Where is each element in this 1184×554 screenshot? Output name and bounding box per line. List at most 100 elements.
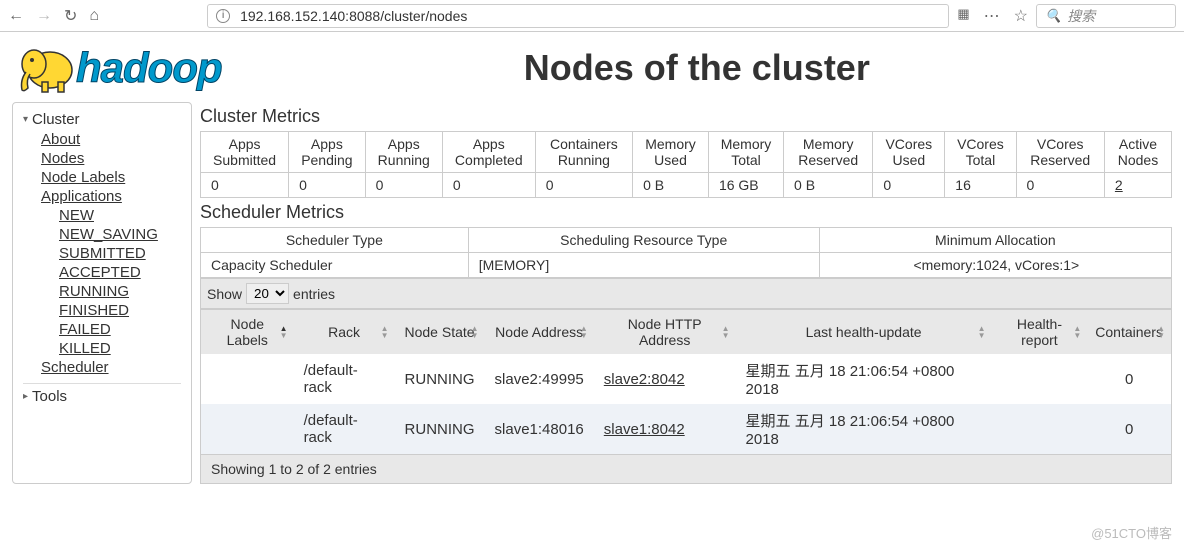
metrics-header: Containers Running <box>535 132 632 173</box>
metrics-header: Active Nodes <box>1104 132 1171 173</box>
table-cell: slave2:8042 <box>594 354 736 404</box>
search-icon: 🔍 <box>1045 8 1061 24</box>
hadoop-logo[interactable]: hadoop <box>12 40 222 96</box>
table-cell: RUNNING <box>395 404 485 455</box>
table-cell <box>201 354 294 404</box>
metrics-cell: 0 <box>289 173 365 198</box>
active-nodes-link[interactable]: 2 <box>1115 177 1123 193</box>
elephant-icon <box>12 40 84 96</box>
search-input[interactable]: 🔍 搜索 <box>1036 4 1176 28</box>
reader-icon[interactable]: ▦ <box>957 6 969 26</box>
cluster-metrics-title: Cluster Metrics <box>200 106 1172 127</box>
more-icon[interactable]: ⋯ <box>984 6 1000 26</box>
table-row: /default-rackRUNNINGslave1:48016 slave1:8… <box>201 404 1172 455</box>
sidebar-app-state[interactable]: NEW <box>59 206 181 225</box>
column-header[interactable]: Last health-update▲▼ <box>736 310 992 355</box>
logo-text: hadoop <box>76 44 222 92</box>
metrics-cell: 0 <box>873 173 945 198</box>
sidebar-app-state[interactable]: FINISHED <box>59 301 181 320</box>
metrics-header: Apps Running <box>365 132 442 173</box>
scheduler-metrics-title: Scheduler Metrics <box>200 202 1172 223</box>
metrics-header: Apps Completed <box>442 132 535 173</box>
column-header[interactable]: Health-report▲▼ <box>992 310 1088 355</box>
table-cell: /default-rack <box>294 354 395 404</box>
sidebar-item-about[interactable]: About <box>41 130 181 149</box>
forward-icon[interactable]: → <box>36 7 52 25</box>
sidebar-app-state[interactable]: KILLED <box>59 339 181 358</box>
cluster-metrics-table: Apps SubmittedApps PendingApps RunningAp… <box>200 131 1172 198</box>
sidebar-app-state[interactable]: ACCEPTED <box>59 263 181 282</box>
metrics-cell: 2 <box>1104 173 1171 198</box>
http-address-link[interactable]: slave1:8042 <box>604 421 685 438</box>
metrics-cell: 0 <box>365 173 442 198</box>
metrics-cell: 0 <box>201 173 289 198</box>
table-cell: RUNNING <box>395 354 485 404</box>
address-bar[interactable]: i 192.168.152.140:8088/cluster/nodes <box>207 4 949 28</box>
metrics-cell: 0 <box>442 173 535 198</box>
table-cell <box>992 354 1088 404</box>
column-header[interactable]: Node Address▲▼ <box>485 310 594 355</box>
table-cell <box>992 404 1088 455</box>
entries-control: Show 20 entries <box>200 278 1172 309</box>
back-icon[interactable]: ← <box>8 7 24 25</box>
reload-icon[interactable]: ↻ <box>64 6 77 26</box>
table-cell: 0 <box>1087 404 1171 455</box>
table-row: /default-rackRUNNINGslave2:49995 slave2:8… <box>201 354 1172 404</box>
chevron-right-icon: ▸ <box>23 391 28 402</box>
table-footer: Showing 1 to 2 of 2 entries <box>200 455 1172 484</box>
table-cell: 星期五 五月 18 21:06:54 +0800 2018 <box>736 354 992 404</box>
sidebar: ▾ Cluster About Nodes Node Labels Applic… <box>12 102 192 484</box>
column-header[interactable]: Rack▲▼ <box>294 310 395 355</box>
table-cell: /default-rack <box>294 404 395 455</box>
sidebar-item-applications[interactable]: Applications <box>41 187 181 206</box>
metrics-cell: 0 B <box>633 173 709 198</box>
watermark: @51CTO博客 <box>1091 523 1172 542</box>
page-title: Nodes of the cluster <box>222 47 1172 89</box>
metrics-cell: 0 B <box>784 173 873 198</box>
sidebar-item-node-labels[interactable]: Node Labels <box>41 168 181 187</box>
http-address-link[interactable]: slave2:8042 <box>604 371 685 388</box>
table-cell <box>201 404 294 455</box>
metrics-header: Scheduler Type <box>201 228 469 253</box>
sidebar-app-state[interactable]: SUBMITTED <box>59 244 181 263</box>
metrics-cell: 16 GB <box>708 173 783 198</box>
main-content: Cluster Metrics Apps SubmittedApps Pendi… <box>200 102 1172 484</box>
column-header[interactable]: Containers▲▼ <box>1087 310 1171 355</box>
sidebar-app-state[interactable]: NEW_SAVING <box>59 225 181 244</box>
browser-toolbar: ← → ↻ ⌂ i 192.168.152.140:8088/cluster/n… <box>0 0 1184 32</box>
metrics-cell: [MEMORY] <box>468 253 819 278</box>
nodes-table: Node Labels▲▼Rack▲▼Node State▲▼Node Addr… <box>200 309 1172 455</box>
chevron-down-icon: ▾ <box>23 114 28 125</box>
metrics-header: Memory Used <box>633 132 709 173</box>
metrics-header: VCores Total <box>945 132 1016 173</box>
table-cell: slave1:48016 <box>485 404 594 455</box>
metrics-cell: 16 <box>945 173 1016 198</box>
table-cell: 星期五 五月 18 21:06:54 +0800 2018 <box>736 404 992 455</box>
metrics-header: Memory Total <box>708 132 783 173</box>
sidebar-item-scheduler[interactable]: Scheduler <box>41 358 181 377</box>
url-text: 192.168.152.140:8088/cluster/nodes <box>240 8 467 24</box>
column-header[interactable]: Node State▲▼ <box>395 310 485 355</box>
table-cell: slave1:8042 <box>594 404 736 455</box>
sidebar-app-state[interactable]: RUNNING <box>59 282 181 301</box>
metrics-header: Apps Pending <box>289 132 365 173</box>
sidebar-app-state[interactable]: FAILED <box>59 320 181 339</box>
column-header[interactable]: Node Labels▲▼ <box>201 310 294 355</box>
metrics-cell: 0 <box>535 173 632 198</box>
page-size-select[interactable]: 20 <box>246 283 289 304</box>
scheduler-metrics-table: Scheduler TypeScheduling Resource TypeMi… <box>200 227 1172 278</box>
metrics-header: Scheduling Resource Type <box>468 228 819 253</box>
sidebar-item-nodes[interactable]: Nodes <box>41 149 181 168</box>
search-placeholder: 搜索 <box>1067 6 1095 26</box>
column-header[interactable]: Node HTTP Address▲▼ <box>594 310 736 355</box>
metrics-cell: Capacity Scheduler <box>201 253 469 278</box>
table-cell: slave2:49995 <box>485 354 594 404</box>
sidebar-cluster-head[interactable]: ▾ Cluster <box>23 109 181 130</box>
metrics-header: Minimum Allocation <box>819 228 1171 253</box>
table-cell: 0 <box>1087 354 1171 404</box>
home-icon[interactable]: ⌂ <box>89 7 99 25</box>
bookmark-icon[interactable]: ☆ <box>1014 6 1028 26</box>
info-icon[interactable]: i <box>216 9 230 23</box>
metrics-header: Apps Submitted <box>201 132 289 173</box>
sidebar-tools-head[interactable]: ▸ Tools <box>23 383 181 407</box>
